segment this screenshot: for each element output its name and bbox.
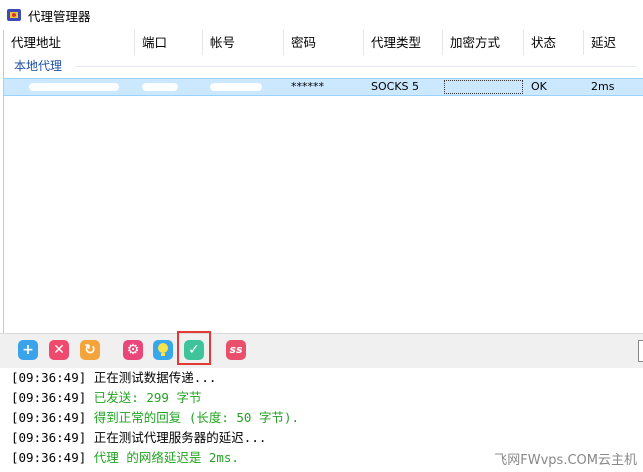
cell-latency: 2ms [591, 80, 615, 93]
log-time: [09:36:49] [11, 430, 87, 445]
log-time: [09:36:49] [11, 410, 87, 425]
cell-encryption[interactable] [443, 79, 524, 95]
log-line: [09:36:49] 正在测试代理服务器的延迟... [0, 428, 643, 448]
ss-icon[interactable]: ss [226, 340, 246, 360]
redacted-port [142, 83, 178, 91]
add-icon[interactable]: + [18, 340, 38, 360]
cell-type: SOCKS 5 [371, 80, 420, 93]
log-line: [09:36:49] 已发送: 299 字节 [0, 388, 643, 408]
cell-port [135, 79, 203, 95]
highlight-box [177, 331, 211, 365]
column-header-account[interactable]: 帐号 [203, 30, 284, 55]
log-text: 正在测试代理服务器的延迟... [93, 430, 267, 445]
cell-address [4, 79, 135, 95]
cell-status: OK [531, 80, 547, 93]
cell-account [203, 79, 284, 95]
log-text: 得到正常的回复 (长度: 50 字节). [93, 410, 300, 425]
column-header-port[interactable]: 端口 [135, 30, 203, 55]
log-time: [09:36:49] [11, 370, 87, 385]
log-text: 代理 的网络延迟是 2ms. [93, 450, 239, 465]
log-panel: [09:36:49] 正在测试数据传递... [09:36:49] 已发送: 2… [0, 368, 643, 472]
log-line: [09:36:49] 正在测试数据传递... [0, 368, 643, 388]
cell-password: ****** [291, 80, 324, 93]
window-title: 代理管理器 [28, 8, 91, 24]
group-divider [76, 66, 636, 67]
toolbar: + ✕ ↻ ⚙ ✓ ss [0, 333, 643, 369]
redacted-account [210, 83, 262, 91]
column-header-encryption[interactable]: 加密方式 [443, 30, 524, 55]
log-time: [09:36:49] [11, 390, 87, 405]
tip-icon[interactable] [153, 340, 173, 360]
log-line: [09:36:49] 得到正常的回复 (长度: 50 字节). [0, 408, 643, 428]
log-text: 已发送: 299 字节 [93, 390, 202, 405]
column-header-password[interactable]: 密码 [284, 30, 364, 55]
log-text: 正在测试数据传递... [93, 370, 217, 385]
toolbar-edge [638, 340, 643, 362]
redacted-address [29, 83, 119, 91]
column-header-latency[interactable]: 延迟 [584, 30, 643, 55]
group-label: 本地代理 [14, 59, 63, 73]
delete-icon[interactable]: ✕ [49, 340, 69, 360]
app-logo-icon [6, 7, 22, 23]
refresh-icon[interactable]: ↻ [80, 340, 100, 360]
settings-icon[interactable]: ⚙ [123, 340, 143, 360]
log-time: [09:36:49] [11, 450, 87, 465]
column-header-type[interactable]: 代理类型 [364, 30, 443, 55]
column-header-status[interactable]: 状态 [524, 30, 584, 55]
list-header: 代理地址 端口 帐号 密码 代理类型 加密方式 状态 延迟 [4, 30, 643, 55]
title-bar: 代理管理器 [0, 0, 643, 30]
table-row[interactable]: ****** SOCKS 5 OK 2ms [4, 78, 643, 96]
watermark: 飞网FWvps.COM云主机 [494, 453, 637, 468]
column-header-address[interactable]: 代理地址 [4, 30, 135, 55]
proxy-list[interactable]: 代理地址 端口 帐号 密码 代理类型 加密方式 状态 延迟 本地代理 *****… [3, 30, 643, 333]
